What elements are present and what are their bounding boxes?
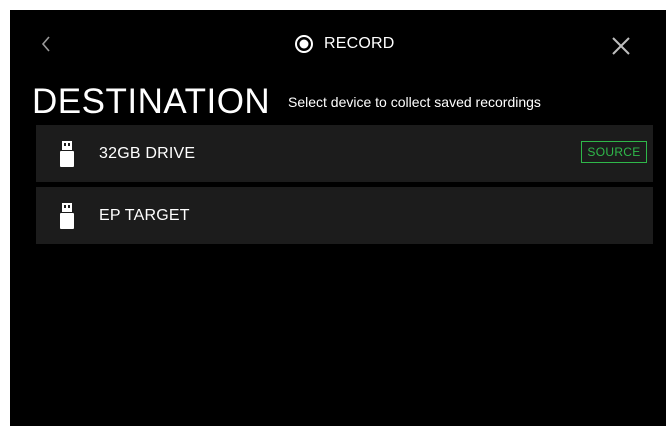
device-label: 32GB DRIVE: [99, 145, 196, 162]
page-title: DESTINATION: [32, 82, 271, 121]
usb-drive-icon: [60, 203, 74, 229]
device-label: EP TARGET: [99, 207, 190, 224]
device-row-ep-target[interactable]: EP TARGET: [36, 187, 653, 244]
page-subtitle: Select device to collect saved recording…: [288, 94, 541, 110]
back-button[interactable]: [36, 32, 56, 56]
source-badge: SOURCE: [581, 141, 647, 163]
header-title-group: RECORD: [294, 32, 395, 56]
record-destination-screen: RECORD DESTINATION Select device to coll…: [10, 10, 666, 426]
close-icon: [612, 37, 630, 55]
chevron-left-icon: [41, 36, 50, 52]
device-row-32gb-drive[interactable]: 32GB DRIVE SOURCE: [36, 125, 653, 182]
device-list: 32GB DRIVE SOURCE EP TARGET: [36, 125, 653, 249]
usb-drive-icon: [60, 141, 74, 167]
header-title: RECORD: [324, 35, 395, 52]
close-button[interactable]: [610, 35, 632, 57]
record-icon: [295, 35, 313, 53]
